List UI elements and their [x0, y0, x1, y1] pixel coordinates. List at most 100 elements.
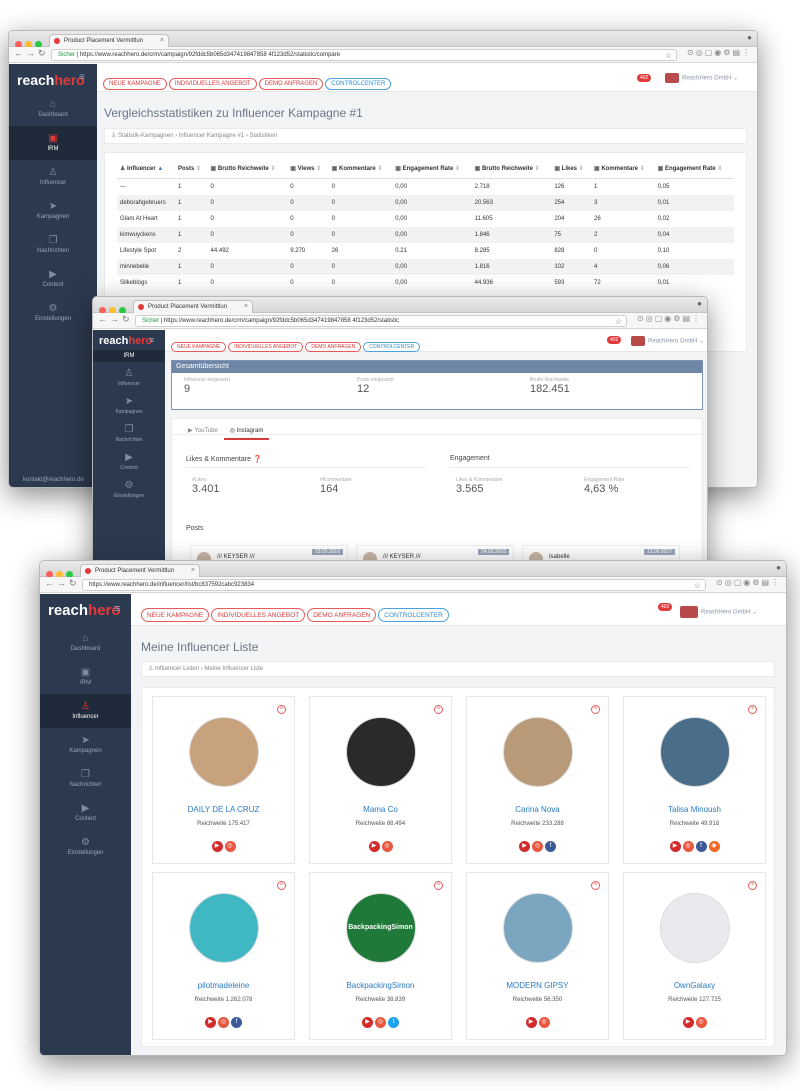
sort-arrows-icon[interactable]: ⇕ [533, 166, 540, 172]
twitter-icon[interactable]: t [388, 1017, 399, 1028]
browser-tab[interactable]: Product Placement Vermittlun × [133, 300, 253, 313]
brand-logo[interactable]: reachhero ≡ [93, 330, 165, 350]
extension-icons[interactable]: ⊙◎▢◉⚙▤⋮ [716, 578, 781, 587]
influencer-card[interactable]: × OwnGalaxy Reichweite 127.725 ▶ ◎ [623, 872, 766, 1040]
influencer-name[interactable]: Carina Nova [467, 805, 608, 814]
influencer-card[interactable]: × MODERN GIPSY Reichweite 56.350 ▶ ◎ [466, 872, 609, 1040]
remove-icon[interactable]: × [434, 705, 443, 714]
influencer-name[interactable]: Mama Co [310, 805, 451, 814]
notification-badge[interactable]: 402 [607, 336, 622, 344]
sort-arrows-icon[interactable]: ⇕ [716, 166, 722, 172]
sort-arrows-icon[interactable]: ⇕ [376, 166, 382, 172]
instagram-icon[interactable]: ◎ [375, 1017, 386, 1028]
remove-icon[interactable]: × [748, 705, 757, 714]
column-header[interactable]: ▣ Views ⇕ [287, 159, 329, 179]
facebook-icon[interactable]: f [545, 841, 556, 852]
sort-arrows-icon[interactable]: ⇕ [314, 166, 321, 172]
sort-arrows-icon[interactable]: ⇕ [269, 166, 276, 172]
column-header[interactable]: Posts ⇕ [174, 159, 208, 179]
sort-arrows-icon[interactable]: ⇕ [453, 166, 460, 172]
sidebar-item-kampagnen[interactable]: ➤ Kampagnen [40, 728, 131, 762]
table-row[interactable]: minnebelle 1 0 0 0 0,00 1.816 102 4 0,06 [117, 258, 734, 275]
profile-icon[interactable]: ● [747, 33, 752, 42]
column-header[interactable]: ▣ Kommentare ⇕ [328, 159, 393, 179]
sidebar-item-influencer[interactable]: ♙ Influencer [93, 362, 165, 390]
remove-icon[interactable]: × [277, 705, 286, 714]
influencer-card[interactable]: × BackpackingSimon BackpackingSimon Reichwe… [309, 872, 452, 1040]
influencer-name[interactable]: pilotmadeleine [153, 981, 294, 990]
youtube-icon[interactable]: ▶ [682, 1017, 694, 1028]
sidebar-item-einstellungen[interactable]: ⚙ Einstellungen [93, 474, 165, 502]
tab-close-icon[interactable]: × [244, 301, 248, 313]
youtube-icon[interactable]: ▶ [669, 841, 681, 852]
table-row[interactable]: Lifestyle Spot 2 44.492 9.270 26 0.21 8.285 828… [117, 243, 734, 259]
remove-icon[interactable]: × [748, 881, 757, 890]
sidebar-item-nachrichten[interactable]: ❐ Nachrichten [9, 228, 97, 262]
sort-arrows-icon[interactable]: ▲ [156, 166, 163, 172]
influencer-card[interactable]: × Mama Co Reichweite 88.494 ▶ ◎ [309, 696, 452, 864]
hamburger-icon[interactable]: ≡ [114, 603, 120, 615]
column-header[interactable]: ▣ Likes ⇕ [551, 159, 591, 179]
controlcenter-button[interactable]: CONTROLCENTER [378, 608, 449, 622]
tab-instagram[interactable]: ◎ Instagram [223, 423, 270, 440]
url-field[interactable]: https://www.reachhero.de/influencer/list… [82, 579, 706, 591]
rss-icon[interactable]: ◉ [708, 841, 720, 852]
footer-email[interactable]: kontakt@reachhero.de [23, 477, 84, 483]
hamburger-icon[interactable]: ≡ [79, 72, 85, 83]
tab-youtube[interactable]: ▶ YouTube [182, 423, 224, 438]
demo-anfragen-button[interactable]: DEMO ANFRAGEN [307, 608, 377, 622]
sidebar-item-nachrichten[interactable]: ❐ Nachrichten [93, 418, 165, 446]
controlcenter-button[interactable]: CONTROLCENTER [363, 342, 421, 352]
tab-close-icon[interactable]: × [160, 35, 164, 47]
influencer-card[interactable]: × Talisa Minoush Reichweite 49.918 ▶ ◎ f ◉ [623, 696, 766, 864]
browser-tab[interactable]: Product Placement Vermittlun × [80, 564, 200, 577]
instagram-icon[interactable]: ◎ [224, 841, 236, 852]
individuelles-angebot-button[interactable]: INDIVIDUELLES ANGEBOT [168, 78, 257, 90]
avatar[interactable] [502, 893, 573, 963]
column-header[interactable]: ♟ Influencer ▲ [117, 159, 175, 179]
sidebar-item-irm[interactable]: IRM [93, 350, 165, 362]
browser-tab[interactable]: Product Placement Vermittlun × [49, 34, 169, 47]
url-field[interactable]: Sicher | https://www.reachhero.de/crm/ca… [51, 49, 677, 61]
avatar[interactable]: BackpackingSimon [345, 893, 416, 963]
table-row[interactable]: --- 1 0 0 0 0,00 2.718 126 1 0,05 [117, 179, 734, 195]
brand-logo[interactable]: reachhero ≡ [40, 594, 131, 626]
influencer-name[interactable]: DAILY DE LA CRUZ [153, 805, 294, 814]
facebook-icon[interactable]: f [231, 1017, 242, 1028]
sidebar-item-dashboard[interactable]: ⌂ Dashboard [9, 92, 97, 126]
sidebar-item-einstellungen[interactable]: ⚙ Einstellungen [9, 296, 97, 330]
youtube-icon[interactable]: ▶ [519, 841, 530, 852]
sidebar-item-content[interactable]: ▶ Content [40, 796, 131, 830]
avatar[interactable] [659, 717, 730, 787]
facebook-icon[interactable]: f [695, 841, 707, 852]
notification-badge[interactable]: 402 [637, 74, 652, 82]
table-row[interactable]: Glam At Heart 1 0 0 0 0,00 11.605 204 26 0,02 [117, 211, 734, 227]
extension-icons[interactable]: ⊙◎▢◉⚙▤⋮ [637, 314, 702, 323]
sidebar-item-irm[interactable]: ▣ IRM [40, 660, 131, 694]
sidebar-item-irm[interactable]: ▣ IRM [9, 126, 97, 160]
youtube-icon[interactable]: ▶ [362, 1017, 373, 1028]
extension-icons[interactable]: ⊙◎▢◉⚙▤⋮ [687, 48, 752, 57]
instagram-icon[interactable]: ◎ [538, 1017, 550, 1028]
table-row[interactable]: deborahgebruers 1 0 0 0 0,00 20.563 254 3 0,01 [117, 194, 734, 211]
youtube-icon[interactable]: ▶ [205, 1017, 216, 1028]
profile-icon[interactable]: ● [776, 563, 781, 572]
influencer-card[interactable]: × Carina Nova Reichweite 233.288 ▶ ◎ f [466, 696, 609, 864]
table-row[interactable]: kimwuyckens 1 0 0 0 0,00 1.846 75 2 0,04 [117, 226, 734, 243]
avatar[interactable] [659, 893, 730, 963]
bookmark-star-icon[interactable]: ☆ [615, 316, 622, 326]
sort-arrows-icon[interactable]: ⇕ [577, 166, 584, 172]
bookmark-star-icon[interactable]: ☆ [665, 50, 672, 60]
remove-icon[interactable]: × [591, 705, 600, 714]
sidebar-item-content[interactable]: ▶ Content [9, 262, 97, 296]
remove-icon[interactable]: × [277, 881, 286, 890]
instagram-icon[interactable]: ◎ [218, 1017, 229, 1028]
avatar[interactable] [345, 717, 416, 787]
neue-kampagne-button[interactable]: NEUE KAMPAGNE [171, 342, 227, 352]
controlcenter-button[interactable]: CONTROLCENTER [325, 78, 392, 90]
nav-buttons[interactable]: ←→↻ [98, 314, 133, 325]
sidebar-item-einstellungen[interactable]: ⚙ Einstellungen [40, 830, 131, 864]
youtube-icon[interactable]: ▶ [211, 841, 223, 852]
nav-buttons[interactable]: ←→↻ [14, 48, 49, 59]
hamburger-icon[interactable]: ≡ [149, 335, 154, 345]
